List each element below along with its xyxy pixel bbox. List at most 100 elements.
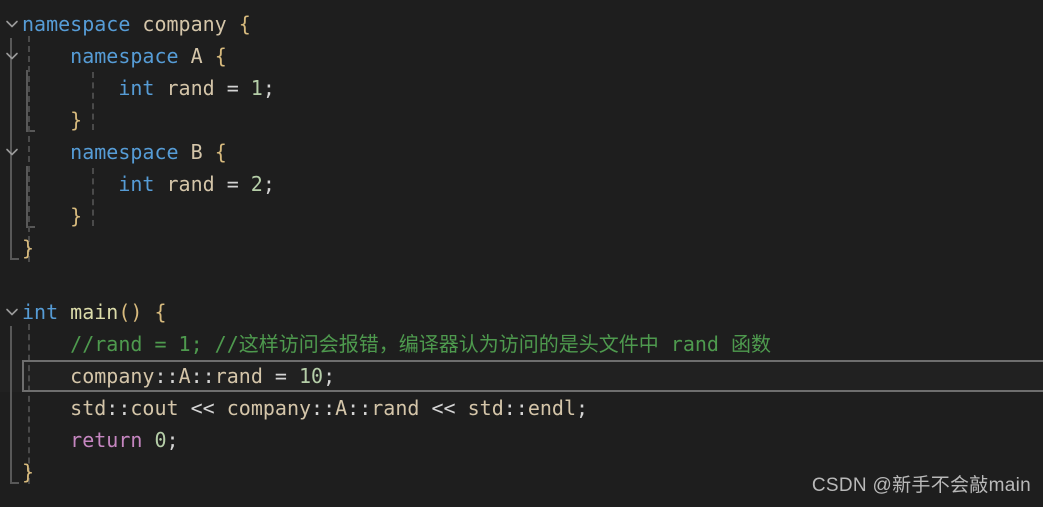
code-token: int xyxy=(118,76,155,100)
code-token: = xyxy=(214,76,251,100)
code-token: rand xyxy=(214,364,263,388)
code-token: endl xyxy=(527,396,576,420)
fold-chevron-down-icon-line2[interactable] xyxy=(4,48,20,64)
code-line-text: } xyxy=(22,200,82,232)
code-token: = xyxy=(214,172,251,196)
code-line-text: company::A::rand = 10; xyxy=(22,360,335,392)
code-token: rand xyxy=(166,172,215,196)
code-token: main xyxy=(70,300,119,324)
code-line-text: } xyxy=(22,456,34,488)
code-token: ; xyxy=(323,364,336,388)
code-token: rand xyxy=(371,396,420,420)
code-line[interactable]: } xyxy=(0,200,1043,232)
code-token: namespace xyxy=(70,44,179,68)
code-token: 10 xyxy=(299,364,324,388)
code-line-text: int main() { xyxy=(22,296,167,328)
code-line[interactable]: int main() { xyxy=(0,296,1043,328)
code-line-text: namespace company { xyxy=(22,8,251,40)
code-token: } xyxy=(70,204,83,228)
code-line-text: namespace B { xyxy=(22,136,227,168)
code-token: << xyxy=(419,396,468,420)
code-token: namespace xyxy=(70,140,179,164)
code-token: } xyxy=(22,236,35,260)
code-token: << xyxy=(178,396,227,420)
code-token: //rand = 1; //这样访问会报错，编译器认为访问的是头文件中 rand… xyxy=(70,332,771,356)
code-token: company xyxy=(226,396,312,420)
code-line-text: int rand = 1; xyxy=(22,72,275,104)
code-token: ; xyxy=(166,428,179,452)
fold-chevron-down-icon-line10[interactable] xyxy=(4,304,20,320)
code-token: A xyxy=(190,44,203,68)
code-token: } xyxy=(70,108,83,132)
code-token: company xyxy=(142,12,227,36)
code-content[interactable]: namespace company { namespace A { int ra… xyxy=(0,8,1043,488)
code-line[interactable]: int rand = 2; xyxy=(0,168,1043,200)
code-line[interactable]: namespace company { xyxy=(0,8,1043,40)
code-token: } xyxy=(22,460,35,484)
code-token: return xyxy=(70,428,143,452)
code-line-text: std::cout << company::A::rand << std::en… xyxy=(22,392,588,424)
code-line-text: } xyxy=(22,232,34,264)
code-line-current[interactable]: company::A::rand = 10; xyxy=(0,360,1043,392)
code-line[interactable]: int rand = 1; xyxy=(0,72,1043,104)
code-token: B xyxy=(190,140,203,164)
code-token: :: xyxy=(106,396,131,420)
watermark: CSDN @新手不会敲main xyxy=(811,475,1031,496)
code-line[interactable]: } xyxy=(0,104,1043,136)
code-token: A xyxy=(335,396,348,420)
code-token: int xyxy=(118,172,155,196)
code-token: rand xyxy=(166,76,215,100)
code-line[interactable]: std::cout << company::A::rand << std::en… xyxy=(0,392,1043,424)
fold-chevron-down-icon-line1[interactable] xyxy=(4,16,20,32)
code-token: :: xyxy=(311,396,336,420)
code-token: { xyxy=(214,140,227,164)
code-token: 2 xyxy=(250,172,263,196)
code-line[interactable]: namespace A { xyxy=(0,40,1043,72)
code-line[interactable]: } xyxy=(0,232,1043,264)
code-token: int xyxy=(22,300,59,324)
code-line[interactable]: return 0; xyxy=(0,424,1043,456)
code-editor[interactable]: namespace company { namespace A { int ra… xyxy=(0,0,1043,507)
fold-chevron-down-icon-line5[interactable] xyxy=(4,144,20,160)
code-token: ; xyxy=(576,396,589,420)
code-token: 1 xyxy=(250,76,263,100)
code-token: 0 xyxy=(154,428,167,452)
code-line-text: namespace A { xyxy=(22,40,227,72)
code-token: ; xyxy=(262,172,275,196)
code-token: :: xyxy=(190,364,215,388)
code-token: { xyxy=(238,12,251,36)
code-token: { xyxy=(154,300,167,324)
code-token: :: xyxy=(503,396,528,420)
code-line-text: } xyxy=(22,104,82,136)
code-token: = xyxy=(262,364,299,388)
code-token: :: xyxy=(347,396,372,420)
code-token: cout xyxy=(130,396,179,420)
code-token: std xyxy=(467,396,504,420)
code-token: company xyxy=(70,364,155,388)
code-token: A xyxy=(178,364,191,388)
code-line[interactable]: namespace B { xyxy=(0,136,1043,168)
code-line[interactable]: //rand = 1; //这样访问会报错，编译器认为访问的是头文件中 rand… xyxy=(0,328,1043,360)
code-line[interactable] xyxy=(0,264,1043,296)
code-line-text: return 0; xyxy=(22,424,179,456)
code-token: () xyxy=(118,300,143,324)
